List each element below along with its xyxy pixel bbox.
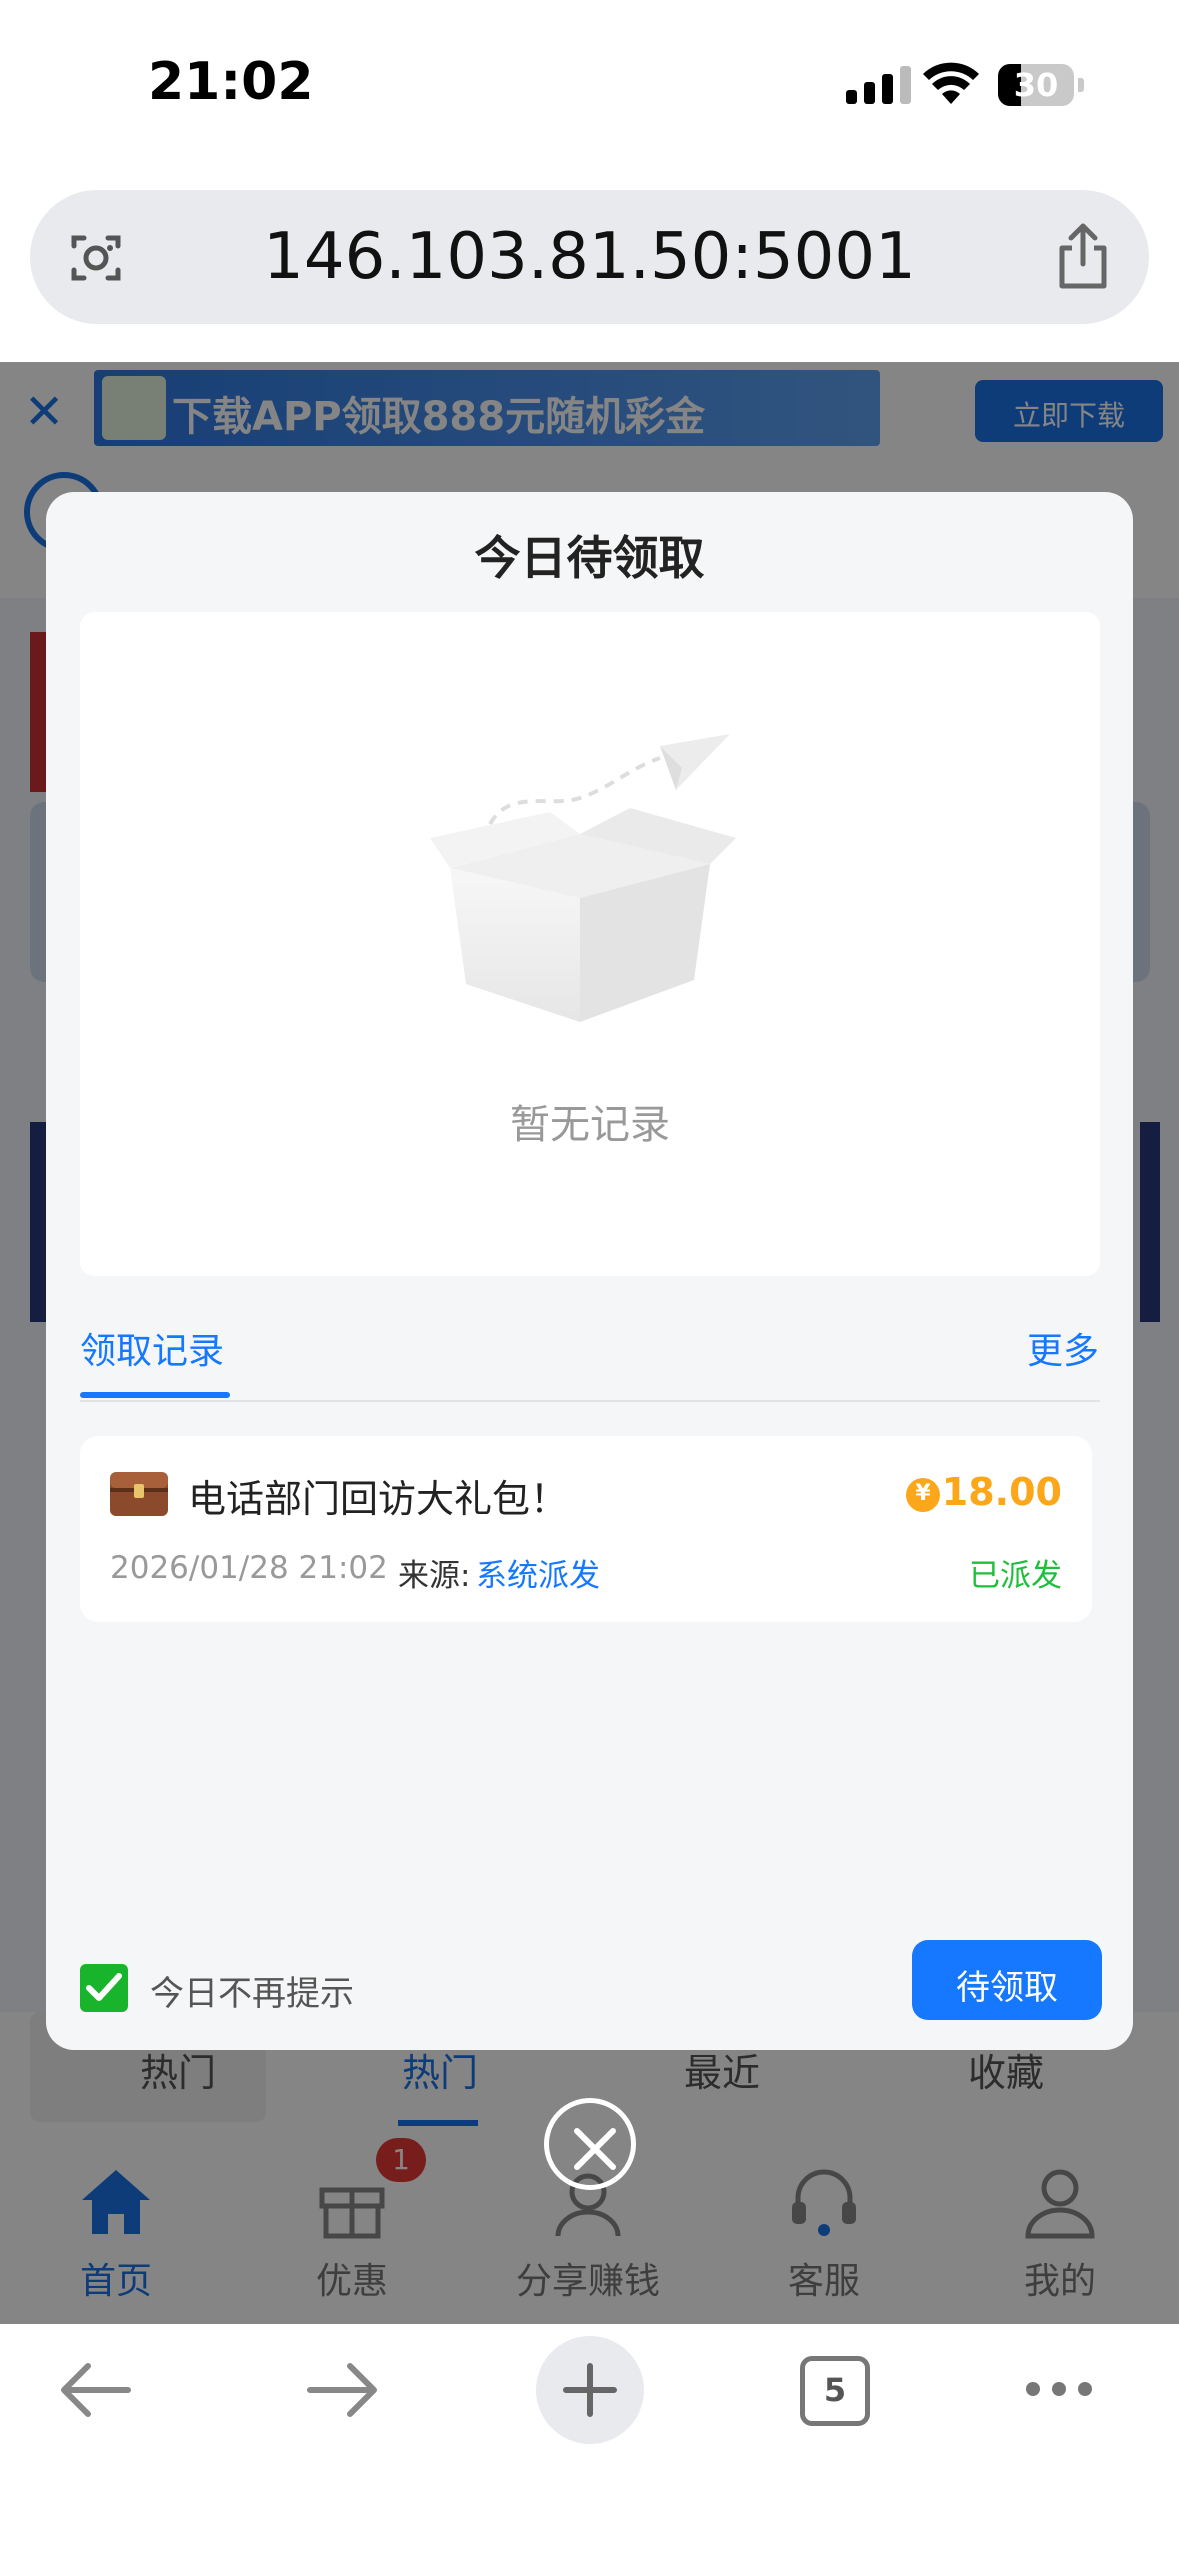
battery-tip [1078, 78, 1084, 92]
record-source: 系统派发 [476, 1558, 600, 1594]
battery-icon: 30 [998, 64, 1074, 106]
record-amount: 18.00 [941, 1470, 1062, 1514]
empty-state-card: 暂无记录 [80, 612, 1100, 1276]
dont-show-today-label[interactable]: 今日不再提示 [150, 1966, 354, 2015]
forward-icon[interactable] [304, 2358, 380, 2422]
empty-box-icon [430, 734, 736, 1022]
tab-underline [80, 1392, 230, 1398]
more-options-icon[interactable] [1026, 2382, 1092, 2396]
tab-switcher-button[interactable]: 5 [800, 2356, 870, 2426]
modal-close-button[interactable] [544, 2098, 636, 2190]
status-time: 21:02 [148, 52, 314, 112]
back-icon[interactable] [58, 2358, 134, 2422]
list-item[interactable]: 电话部门回访大礼包！ ¥ 18.00 2026/01/28 21:02 来源: … [80, 1436, 1092, 1622]
close-icon [574, 2128, 616, 2170]
cellular-signal-icon [846, 66, 911, 104]
share-icon[interactable] [1050, 220, 1116, 292]
plus-icon [563, 2363, 617, 2417]
url-text[interactable]: 146.103.81.50:5001 [30, 220, 1149, 294]
status-badge: 已派发 [969, 1558, 1062, 1594]
tab-claim-records[interactable]: 领取记录 [80, 1322, 224, 1374]
coin-icon: ¥ [906, 1478, 940, 1512]
dont-show-today-checkbox[interactable] [80, 1964, 128, 2012]
checkmark-icon [86, 1973, 122, 2001]
record-title: 电话部门回访大礼包！ [188, 1477, 569, 1521]
modal-title: 今日待领取 [474, 531, 705, 585]
daily-rewards-modal: 今日待领取 暂无记录 领取记录 更多 电话部门回访大礼包！ ¥ 18.00 20… [46, 492, 1133, 2050]
status-bar: 21:02 30 [0, 0, 1179, 170]
claim-button[interactable]: 待领取 [912, 1940, 1102, 2020]
empty-state-text: 暂无记录 [510, 1102, 670, 1148]
record-source-label: 来源: [398, 1558, 471, 1594]
battery-level: 30 [1013, 66, 1059, 104]
wifi-icon [923, 62, 979, 104]
divider [80, 1400, 1100, 1402]
treasure-chest-icon [110, 1472, 168, 1516]
record-time: 2026/01/28 21:02 [110, 1550, 388, 1586]
address-bar[interactable]: 146.103.81.50:5001 [30, 190, 1149, 324]
new-tab-button[interactable] [536, 2336, 644, 2444]
more-link[interactable]: 更多 [1027, 1322, 1099, 1374]
